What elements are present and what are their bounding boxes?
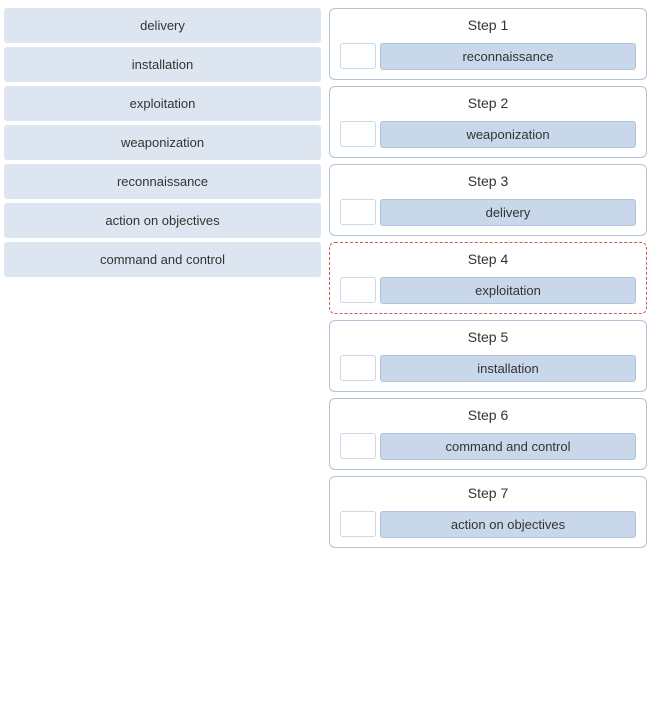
drop-box-step1[interactable]	[340, 43, 376, 69]
answer-tag-step7: action on objectives	[380, 511, 636, 538]
answer-tag-step3: delivery	[380, 199, 636, 226]
left-panel: delivery installation exploitation weaponiz…	[0, 0, 325, 719]
step-card-step2: Step 2 weaponization	[329, 86, 647, 158]
drop-area-step6: command and control	[340, 431, 636, 461]
drop-box-step2[interactable]	[340, 121, 376, 147]
answer-tag-step6: command and control	[380, 433, 636, 460]
drop-area-step2: weaponization	[340, 119, 636, 149]
step-card-step3: Step 3 delivery	[329, 164, 647, 236]
drop-area-step1: reconnaissance	[340, 41, 636, 71]
answer-tag-step1: reconnaissance	[380, 43, 636, 70]
drop-area-step7: action on objectives	[340, 509, 636, 539]
right-panel: Step 1reconnaissanceStep 2weaponizationS…	[325, 0, 651, 719]
step-card-step4: Step 4 exploitation	[329, 242, 647, 314]
drop-area-step5: installation	[340, 353, 636, 383]
step-title-step5: Step 5	[340, 329, 636, 345]
step-card-step5: Step 5 installation	[329, 320, 647, 392]
answer-tag-step4: exploitation	[380, 277, 636, 304]
step-title-step6: Step 6	[340, 407, 636, 423]
drop-area-step4: exploitation	[340, 275, 636, 305]
left-item-left-weaponization[interactable]: weaponization	[4, 125, 321, 160]
drop-area-step3: delivery	[340, 197, 636, 227]
step-card-step7: Step 7 action on objectives	[329, 476, 647, 548]
left-item-left-reconnaissance[interactable]: reconnaissance	[4, 164, 321, 199]
left-item-left-action[interactable]: action on objectives	[4, 203, 321, 238]
step-card-step6: Step 6 command and control	[329, 398, 647, 470]
left-item-left-command[interactable]: command and control	[4, 242, 321, 277]
answer-tag-step2: weaponization	[380, 121, 636, 148]
drop-box-step6[interactable]	[340, 433, 376, 459]
step-title-step3: Step 3	[340, 173, 636, 189]
left-item-left-delivery[interactable]: delivery	[4, 8, 321, 43]
step-title-step2: Step 2	[340, 95, 636, 111]
step-title-step4: Step 4	[340, 251, 636, 267]
left-item-left-exploitation[interactable]: exploitation	[4, 86, 321, 121]
step-title-step7: Step 7	[340, 485, 636, 501]
drop-box-step4[interactable]	[340, 277, 376, 303]
left-item-left-installation[interactable]: installation	[4, 47, 321, 82]
drop-box-step7[interactable]	[340, 511, 376, 537]
answer-tag-step5: installation	[380, 355, 636, 382]
step-card-step1: Step 1 reconnaissance	[329, 8, 647, 80]
drop-box-step5[interactable]	[340, 355, 376, 381]
step-title-step1: Step 1	[340, 17, 636, 33]
drop-box-step3[interactable]	[340, 199, 376, 225]
